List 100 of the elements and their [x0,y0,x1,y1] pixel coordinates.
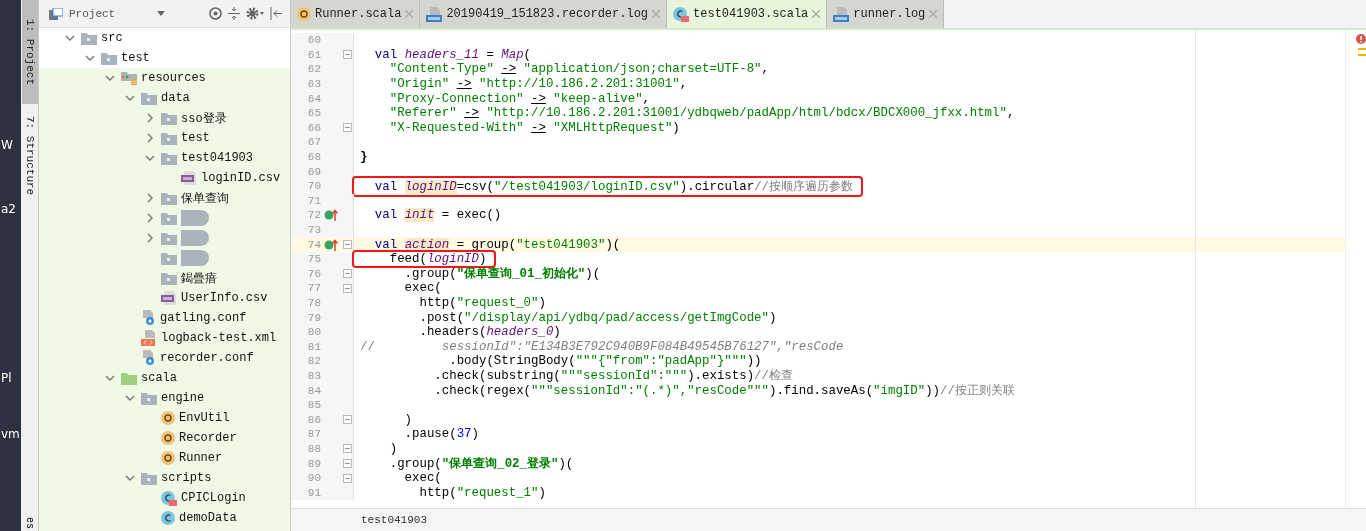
object-icon [297,7,311,21]
identifier: loginID [404,179,457,194]
chevron-down-icon[interactable] [125,395,135,401]
view-selector[interactable]: Project [69,7,166,20]
tree-item[interactable]: demoData [39,508,290,528]
string-literal: "imgID" [873,384,926,399]
chevron-down-icon[interactable] [105,375,115,381]
class-icon [161,490,177,506]
line-number: 90 [306,472,321,485]
breadcrumb[interactable]: test041903 [361,514,427,526]
code-text: .post( [418,310,465,325]
tree-item[interactable]: loginID.csv [39,168,290,188]
code-text: .group( [403,267,457,282]
folder-icon [141,471,157,485]
tree-item[interactable]: logback-test.xml [39,328,290,348]
fold-icon[interactable] [342,473,352,483]
chevron-right-icon[interactable] [147,233,153,243]
string-literal: "http://10.186.2.201:31001/ydbqweb/padApp/html/bdcx/BDCX000_jfxx.html" [485,106,1007,121]
editor-tab[interactable]: 20190419_151823.recorder.log [420,0,668,28]
chevron-down-icon[interactable] [65,35,75,41]
chevron-down-icon[interactable] [125,475,135,481]
implements-icon[interactable] [324,238,338,251]
code-text: ) [479,252,487,267]
line-number: 83 [306,369,321,382]
code-text: ) [388,441,398,456]
tree-item[interactable]: engine [39,388,290,408]
folder-icon [161,131,177,145]
tree-item[interactable]: test [39,128,290,148]
code-text: )) [925,384,941,399]
fold-icon[interactable] [342,283,352,293]
line-number: 64 [306,92,321,105]
tree-item[interactable]: CPICLogin [39,488,290,508]
fold-icon[interactable] [342,240,352,250]
fold-icon[interactable] [342,123,352,133]
tool-window-tab[interactable]: 1: Project [21,0,38,104]
chevron-down-icon[interactable] [125,95,135,101]
tool-window-tab[interactable]: es [24,517,35,529]
code-text: ) [553,325,561,340]
fold-icon[interactable] [342,459,352,468]
line-number: 66 [306,121,321,134]
fold-icon[interactable] [342,444,352,454]
chevron-right-icon[interactable] [147,213,153,223]
string-literal: "http://10.186.2.201:31001" [477,77,680,92]
object-icon [161,411,175,425]
tree-item[interactable]: 保单查询 [39,188,290,208]
chevron-right-icon[interactable] [147,133,153,143]
code-text: = group( [455,237,517,252]
code-text: exec( [403,281,442,296]
tree-item[interactable]: UserInfo.csv [39,288,290,308]
brace: } [360,150,368,165]
identifier: init [404,208,435,223]
editor-tab[interactable]: Runner.scala [291,0,421,28]
code-comment: //检查 [754,369,793,384]
code-text: , [761,62,769,77]
line-number: 69 [306,165,321,178]
string-literal: "request_0" [456,296,539,310]
tree-item[interactable]: Runner [39,448,290,468]
implements-icon[interactable] [324,209,338,222]
tree-item[interactable]: scala [39,368,290,388]
collapse-icon[interactable] [228,7,240,20]
code-text: , [679,77,688,92]
chevron-down-icon[interactable] [105,75,115,81]
fold-icon[interactable] [342,269,352,279]
tree-item[interactable]: test041903 [39,148,290,168]
tree-item[interactable]: EnvUtil [39,408,290,428]
hide-panel-icon[interactable] [270,7,282,20]
error-icon[interactable] [1356,34,1366,44]
editor-tab[interactable]: runner.log [827,0,945,28]
fold-icon[interactable] [342,415,352,425]
tree-item[interactable]: src [39,28,290,48]
code-text: ).find.saveAs( [769,384,874,399]
tree-item[interactable]: scripts [39,468,290,488]
code-text: .headers( [418,325,487,340]
chevron-right-icon[interactable] [147,193,153,203]
settings-icon[interactable] [246,7,264,20]
tree-item[interactable]: resources [39,68,290,88]
string-literal: "X-Requested-With" [388,120,525,135]
string-literal: "Referer" [388,106,458,121]
tree-item[interactable]: gatling.conf [39,308,290,328]
tree-item[interactable]: recorder.conf [39,348,290,368]
tree-item[interactable]: Recorder [39,428,290,448]
folder-icon [161,271,177,285]
locate-icon[interactable] [209,7,222,20]
keyword: val [373,47,399,62]
chevron-down-icon[interactable] [145,155,155,161]
tree-item[interactable]: test [39,48,290,68]
tree-item[interactable]: sso登录 [39,108,290,128]
tool-window-tab[interactable]: 7: Structure [21,104,38,208]
log-file-icon [833,6,850,22]
csv-file-icon [161,291,177,305]
string-literal: "keep-alive" [552,91,643,106]
config-file-icon [141,310,156,326]
identifier: action [404,237,450,252]
tree-item[interactable]: 鍻曡瘖 [39,268,290,288]
fold-icon[interactable] [342,50,352,60]
chevron-down-icon[interactable] [85,55,95,61]
code-text: ).exists) [687,369,755,384]
chevron-right-icon[interactable] [147,113,153,123]
tree-item[interactable]: data [39,88,290,108]
editor-tab[interactable]: test041903.scala [667,0,828,28]
